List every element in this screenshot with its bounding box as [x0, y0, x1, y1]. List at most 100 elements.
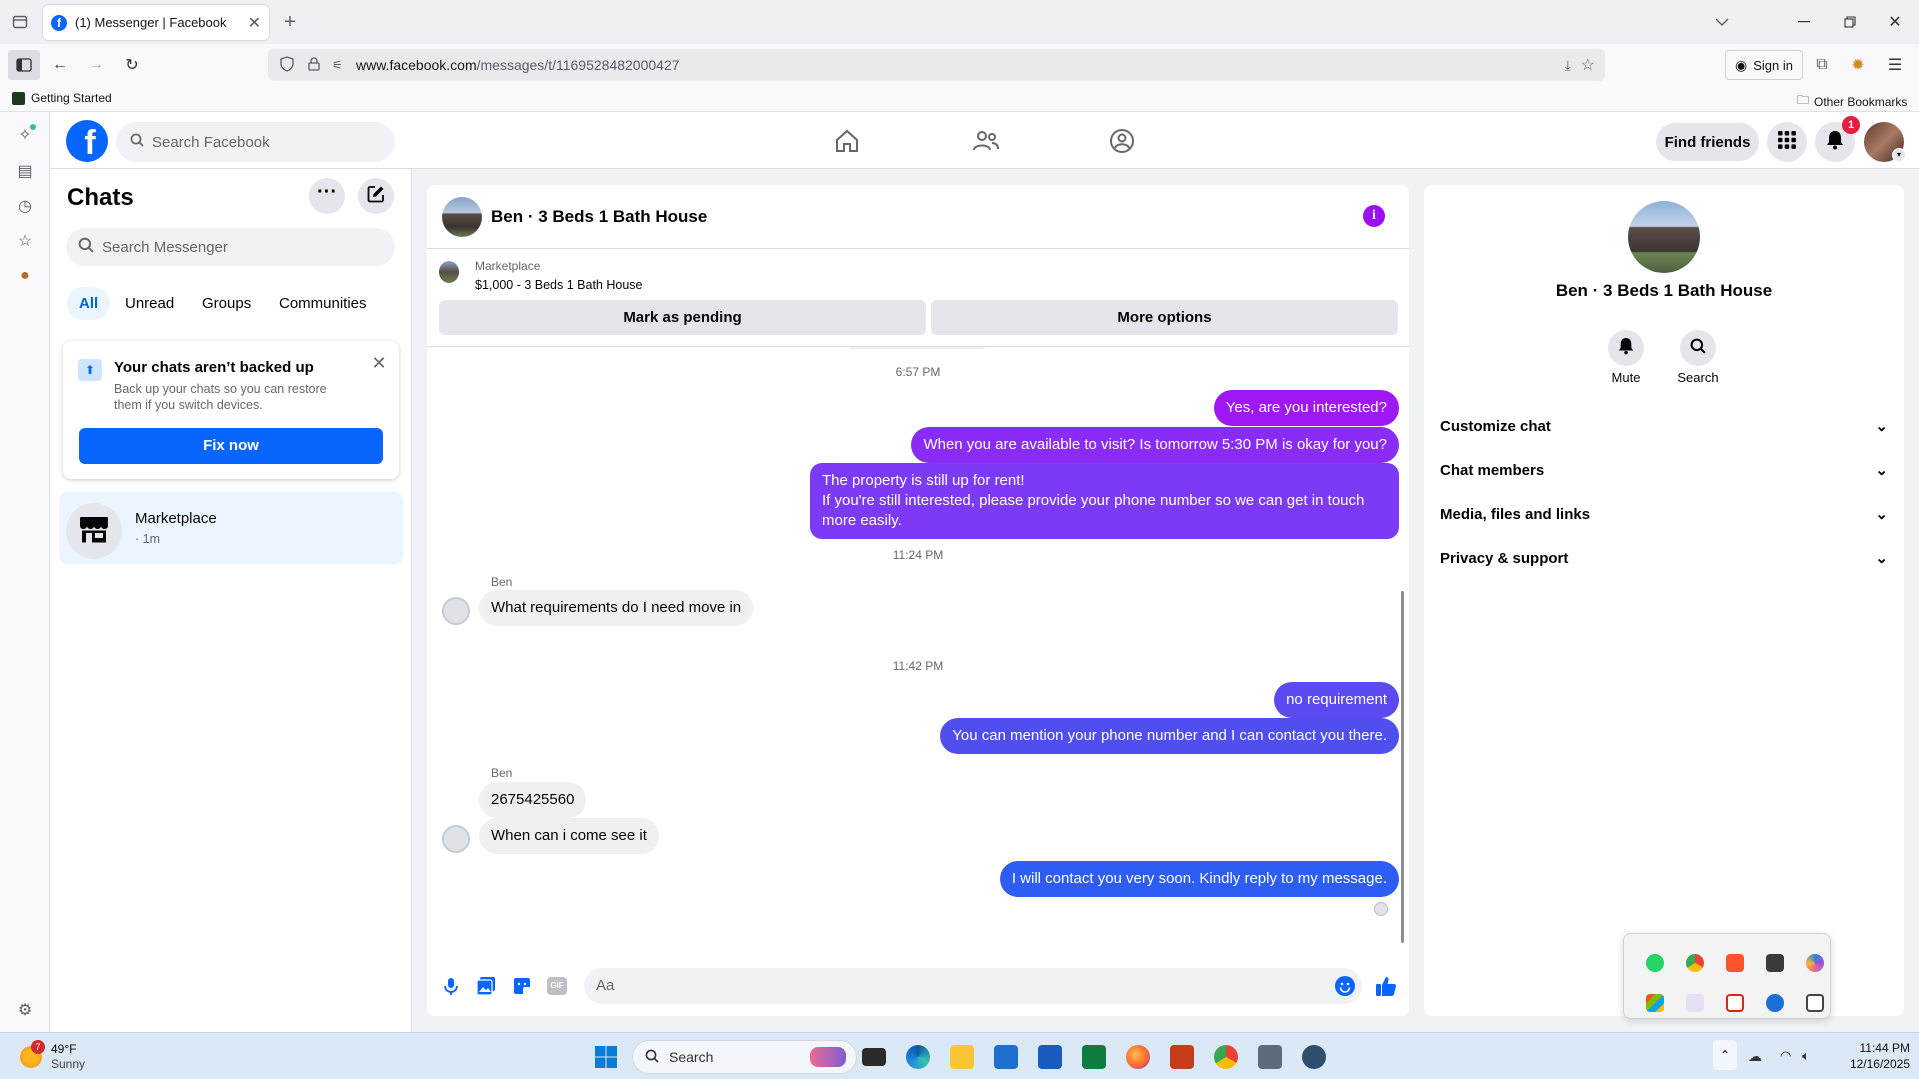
outgoing-message[interactable]: The property is still up for rent! If yo…	[810, 463, 1399, 539]
extensions-icon[interactable]: ⧉	[1810, 53, 1834, 77]
copilot-icon[interactable]	[1806, 954, 1824, 972]
chrome-tray-icon[interactable]	[1686, 954, 1704, 972]
history-icon[interactable]: ◷	[13, 194, 37, 218]
listing-title[interactable]: $1,000 - 3 Beds 1 Bath House	[475, 278, 642, 292]
filter-unread-tab[interactable]: Unread	[113, 287, 186, 320]
message-composer-input[interactable]: Aa	[584, 968, 1362, 1004]
mark-as-pending-button[interactable]: Mark as pending	[439, 300, 926, 335]
weather-widget[interactable]: 7 49°F Sunny	[14, 1038, 134, 1074]
sender-avatar[interactable]	[442, 825, 470, 853]
message-scroll-area[interactable]: 6:57 PM Yes, are you interested? When yo…	[427, 347, 1409, 955]
volume-icon[interactable]: 🔈︎	[1802, 1048, 1810, 1064]
conversation-avatar[interactable]	[442, 197, 482, 237]
outgoing-message[interactable]: Yes, are you interested?	[1213, 390, 1399, 426]
incoming-message[interactable]: What requirements do I need move in	[479, 590, 754, 626]
app-tray-icon-4[interactable]	[1766, 954, 1784, 972]
browser-tab-active[interactable]: f (1) Messenger | Facebook ✕	[43, 5, 269, 40]
menu-grid-button[interactable]	[1767, 122, 1807, 162]
forward-icon[interactable]: →	[84, 53, 108, 77]
outgoing-message[interactable]: When you are available to visit? Is tomo…	[911, 427, 1399, 463]
start-button[interactable]	[594, 1045, 618, 1069]
edge-icon[interactable]	[906, 1045, 930, 1069]
extension-cookie-icon[interactable]: ✹	[1846, 53, 1870, 77]
back-icon[interactable]: ←	[48, 53, 72, 77]
close-backup-notice-icon[interactable]: ✕	[368, 352, 390, 374]
filter-groups-tab[interactable]: Groups	[190, 287, 263, 320]
taskbar-search[interactable]: Search	[632, 1040, 857, 1074]
message-scrollbar[interactable]	[1401, 591, 1404, 943]
friends-icon[interactable]	[972, 128, 1000, 154]
store-icon[interactable]	[994, 1045, 1018, 1069]
conversation-title[interactable]: Ben · 3 Beds 1 Bath House	[491, 207, 707, 227]
facebook-logo-icon[interactable]: f	[66, 120, 108, 162]
bookmark-star-icon[interactable]: ☆	[1581, 55, 1595, 75]
gif-icon[interactable]: GIF	[547, 977, 567, 995]
groups-icon[interactable]	[1109, 128, 1137, 154]
wifi-icon[interactable]: ◠	[1780, 1048, 1791, 1064]
account-chevron-icon[interactable]: ▾	[1892, 148, 1906, 162]
powerpoint-icon[interactable]	[1170, 1045, 1194, 1069]
save-page-icon[interactable]: ⤓	[1565, 57, 1571, 74]
clock[interactable]: 11:44 PM 12/16/2025	[1830, 1040, 1910, 1072]
firefox-icon[interactable]	[1126, 1045, 1150, 1069]
mute-button[interactable]	[1608, 330, 1644, 366]
pen-tray-icon[interactable]	[1686, 994, 1704, 1012]
ai-chatbot-icon[interactable]: ✧	[13, 123, 37, 147]
excel-icon[interactable]	[1082, 1045, 1106, 1069]
brave-icon[interactable]	[1726, 954, 1744, 972]
privacy-support-section[interactable]: Privacy & support ⌄	[1440, 536, 1888, 580]
sign-in-button[interactable]: ◉ Sign in	[1725, 50, 1803, 80]
more-options-button[interactable]: More options	[931, 300, 1398, 335]
filter-communities-tab[interactable]: Communities	[267, 287, 379, 320]
file-explorer-icon[interactable]	[950, 1045, 974, 1069]
calculator-icon[interactable]	[1258, 1045, 1282, 1069]
bookmark-getting-started[interactable]: Getting Started	[12, 91, 112, 105]
new-tab-icon[interactable]: +	[278, 10, 302, 34]
show-hidden-icons-chevron[interactable]: ⌃	[1713, 1040, 1737, 1070]
find-friends-button[interactable]: Find friends	[1656, 123, 1759, 161]
microphone-icon[interactable]	[441, 976, 461, 996]
search-messenger-input[interactable]: Search Messenger	[66, 228, 395, 266]
synced-tabs-icon[interactable]: ▤	[13, 159, 37, 183]
app-tray-icon-6[interactable]	[1646, 994, 1664, 1012]
filter-all-tab[interactable]: All	[67, 287, 111, 320]
incoming-message[interactable]: When can i come see it	[479, 818, 659, 854]
acrobat-tray-icon[interactable]	[1726, 994, 1744, 1012]
bookmark-other[interactable]: 🗀 Other Bookmarks	[1797, 91, 1907, 112]
conversation-info-button[interactable]: i	[1363, 205, 1385, 227]
security-tray-icon[interactable]	[1766, 994, 1784, 1012]
listing-thumbnail[interactable]	[439, 261, 459, 283]
info-panel-avatar[interactable]	[1628, 201, 1700, 273]
sender-avatar[interactable]	[442, 597, 470, 625]
app-taskbar-icon[interactable]	[1302, 1045, 1326, 1069]
emoji-icon[interactable]	[1335, 976, 1355, 996]
chat-members-section[interactable]: Chat members ⌄	[1440, 448, 1888, 492]
tab-list-icon[interactable]	[8, 10, 32, 34]
usb-tray-icon[interactable]	[1806, 994, 1824, 1012]
reload-icon[interactable]: ↻	[120, 53, 144, 77]
whatsapp-icon[interactable]	[1646, 954, 1664, 972]
outgoing-message[interactable]: no requirement	[1274, 682, 1399, 718]
chats-options-button[interactable]: ···	[309, 178, 345, 214]
close-tab-icon[interactable]: ✕	[248, 13, 261, 33]
shield-icon[interactable]	[280, 55, 298, 75]
facebook-search-input[interactable]: Search Facebook	[116, 122, 395, 162]
fix-now-button[interactable]: Fix now	[79, 428, 383, 464]
incoming-message[interactable]: 2675425560	[479, 782, 587, 818]
close-window-icon[interactable]: ✕	[1883, 10, 1907, 34]
outgoing-message[interactable]: You can mention your phone number and I …	[940, 718, 1399, 754]
minimize-icon[interactable]	[1792, 10, 1816, 34]
chrome-icon[interactable]	[1214, 1045, 1238, 1069]
new-message-button[interactable]	[358, 178, 394, 214]
bookmarks-icon[interactable]: ☆	[13, 229, 37, 253]
search-in-conversation-button[interactable]	[1680, 330, 1716, 366]
home-icon[interactable]	[834, 128, 862, 154]
outgoing-message[interactable]: I will contact you very soon. Kindly rep…	[999, 861, 1399, 897]
restore-icon[interactable]	[1838, 10, 1862, 34]
lock-icon[interactable]	[308, 56, 324, 74]
like-thumbs-up-icon[interactable]	[1374, 974, 1398, 998]
sidebar-toggle-icon[interactable]	[8, 50, 40, 80]
media-files-links-section[interactable]: Media, files and links ⌄	[1440, 492, 1888, 536]
sticker-icon[interactable]	[512, 976, 532, 996]
network-off-icon[interactable]: ☁	[1748, 1048, 1762, 1065]
